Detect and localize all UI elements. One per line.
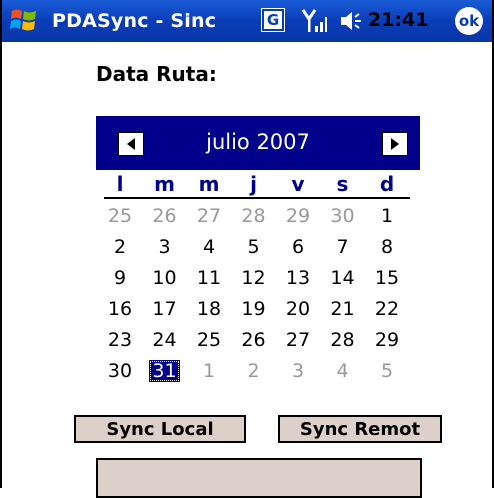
calendar-day[interactable]: 30 <box>323 202 363 230</box>
ok-button[interactable]: ok <box>455 7 483 35</box>
clock-time[interactable]: 21:41 <box>368 9 428 31</box>
next-month-button[interactable] <box>382 132 408 156</box>
calendar-day[interactable]: 25 <box>100 202 140 230</box>
weekday-label: l <box>116 172 124 196</box>
speaker-icon[interactable] <box>339 9 365 37</box>
calendar-day[interactable]: 5 <box>367 357 407 385</box>
calendar-day[interactable]: 30 <box>100 357 140 385</box>
weekday-label: m <box>198 172 220 196</box>
calendar-day[interactable]: 29 <box>278 202 318 230</box>
windows-flag-icon <box>10 9 36 31</box>
calendar-day[interactable]: 4 <box>323 357 363 385</box>
calendar-day[interactable]: 8 <box>367 233 407 261</box>
calendar-day-selected[interactable]: 31 <box>145 357 185 385</box>
weekday-label: s <box>336 172 349 196</box>
window-title: PDASync - Sinc <box>52 10 217 32</box>
calendar-day[interactable]: 23 <box>100 326 140 354</box>
sync-local-button[interactable]: Sync Local <box>74 415 246 443</box>
calendar-day[interactable]: 29 <box>367 326 407 354</box>
calendar-day-label: 31 <box>149 360 180 382</box>
calendar-header: julio 2007 <box>96 116 420 170</box>
calendar-day[interactable]: 18 <box>189 295 229 323</box>
calendar-day[interactable]: 19 <box>234 295 274 323</box>
calendar-day[interactable]: 26 <box>145 202 185 230</box>
calendar-day[interactable]: 11 <box>189 264 229 292</box>
calendar-day[interactable]: 25 <box>189 326 229 354</box>
g-notification-icon[interactable]: G <box>261 8 285 32</box>
calendar-day[interactable]: 27 <box>278 326 318 354</box>
weekday-label: v <box>291 172 305 196</box>
calendar-day[interactable]: 4 <box>189 233 229 261</box>
status-text-box[interactable] <box>96 458 422 498</box>
month-year-label[interactable]: julio 2007 <box>96 130 420 154</box>
weekday-label: m <box>154 172 175 196</box>
calendar-day[interactable]: 3 <box>145 233 185 261</box>
calendar-day[interactable]: 15 <box>367 264 407 292</box>
calendar-day[interactable]: 16 <box>100 295 140 323</box>
weekday-divider <box>104 197 410 199</box>
calendar-day[interactable]: 24 <box>145 326 185 354</box>
sync-remote-button[interactable]: Sync Remot <box>278 415 442 443</box>
calendar-day[interactable]: 14 <box>323 264 363 292</box>
calendar-day[interactable]: 20 <box>278 295 318 323</box>
weekday-label: j <box>250 172 257 196</box>
calendar-day[interactable]: 12 <box>234 264 274 292</box>
signal-icon[interactable] <box>301 8 328 38</box>
calendar-day[interactable]: 27 <box>189 202 229 230</box>
calendar-day[interactable]: 21 <box>323 295 363 323</box>
start-button[interactable] <box>2 0 46 42</box>
calendar-day[interactable]: 3 <box>278 357 318 385</box>
arrow-right-icon <box>391 138 399 150</box>
weekday-header-row: l mm j v s d <box>100 172 416 198</box>
calendar-day[interactable]: 22 <box>367 295 407 323</box>
calendar-day[interactable]: 7 <box>323 233 363 261</box>
calendar-day[interactable]: 9 <box>100 264 140 292</box>
calendar-day[interactable]: 28 <box>234 202 274 230</box>
calendar-day[interactable]: 2 <box>234 357 274 385</box>
calendar-day[interactable]: 28 <box>323 326 363 354</box>
calendar-day[interactable]: 17 <box>145 295 185 323</box>
calendar-day[interactable]: 6 <box>278 233 318 261</box>
date-route-label: Data Ruta: <box>96 62 217 86</box>
calendar-day[interactable]: 13 <box>278 264 318 292</box>
calendar-day[interactable]: 1 <box>367 202 407 230</box>
calendar-day[interactable]: 1 <box>189 357 229 385</box>
calendar-day[interactable]: 10 <box>145 264 185 292</box>
calendar-day[interactable]: 2 <box>100 233 140 261</box>
weekday-label: d <box>379 172 395 196</box>
window-border-left <box>0 0 2 488</box>
calendar-day[interactable]: 26 <box>234 326 274 354</box>
calendar-day[interactable]: 5 <box>234 233 274 261</box>
